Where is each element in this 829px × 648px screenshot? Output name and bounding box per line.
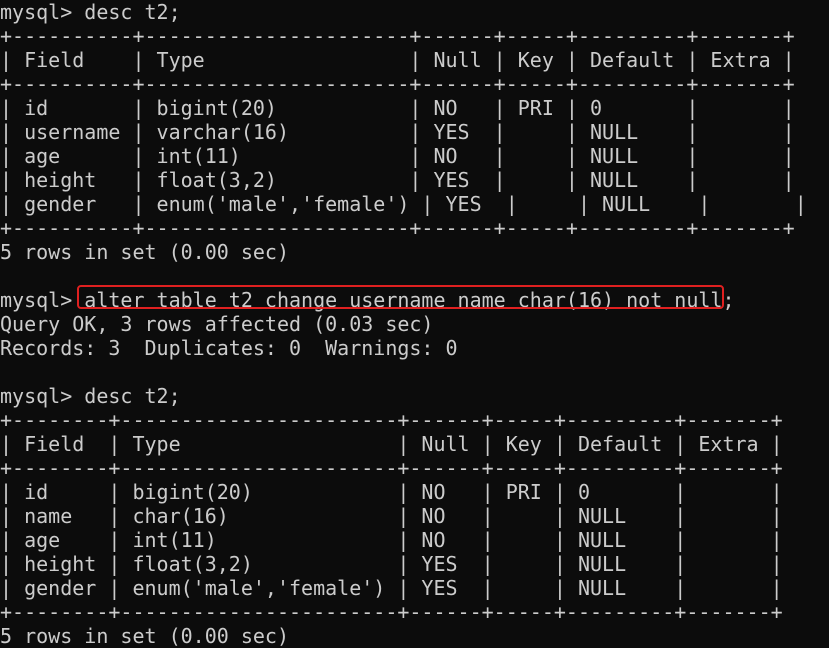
highlighted-command-line: mysql> alter table t2 change username na… [0, 288, 735, 312]
table-row: | height | float(3,2) | YES | | NULL | | [0, 168, 795, 192]
result-summary: 5 rows in set (0.00 sec) [0, 240, 289, 264]
table-row: | id | bigint(20) | NO | PRI | 0 | | [0, 96, 795, 120]
table-row: | gender | enum('male','female') | YES |… [0, 576, 783, 600]
table-header: | Field | Type | Null | Key | Default | … [0, 432, 783, 456]
prompt-line: mysql> desc t2; [0, 0, 181, 24]
table-row: | height | float(3,2) | YES | | NULL | | [0, 552, 783, 576]
table-border: +--------+-----------------------+------… [0, 408, 783, 432]
table-row: | id | bigint(20) | NO | PRI | 0 | | [0, 480, 783, 504]
result-summary: 5 rows in set (0.00 sec) [0, 624, 289, 648]
table-border: +----------+----------------------+-----… [0, 72, 795, 96]
table-row: | age | int(11) | NO | | NULL | | [0, 528, 783, 552]
table-border: +----------+----------------------+-----… [0, 24, 795, 48]
table-row: | name | char(16) | NO | | NULL | | [0, 504, 783, 528]
query-result: Query OK, 3 rows affected (0.03 sec) [0, 312, 434, 336]
table-border: +--------+-----------------------+------… [0, 456, 783, 480]
prompt-line: mysql> desc t2; [0, 384, 181, 408]
records-summary: Records: 3 Duplicates: 0 Warnings: 0 [0, 336, 458, 360]
table-row: | username | varchar(16) | YES | | NULL … [0, 120, 795, 144]
table-row: | age | int(11) | NO | | NULL | | [0, 144, 795, 168]
table-border: +----------+----------------------+-----… [0, 216, 795, 240]
table-border: +--------+-----------------------+------… [0, 600, 783, 624]
table-header: | Field | Type | Null | Key | Default | … [0, 48, 795, 72]
terminal-window[interactable]: mysql> desc t2; +----------+------------… [0, 0, 829, 648]
table-row: | gender | enum('male','female') | YES |… [0, 192, 807, 216]
